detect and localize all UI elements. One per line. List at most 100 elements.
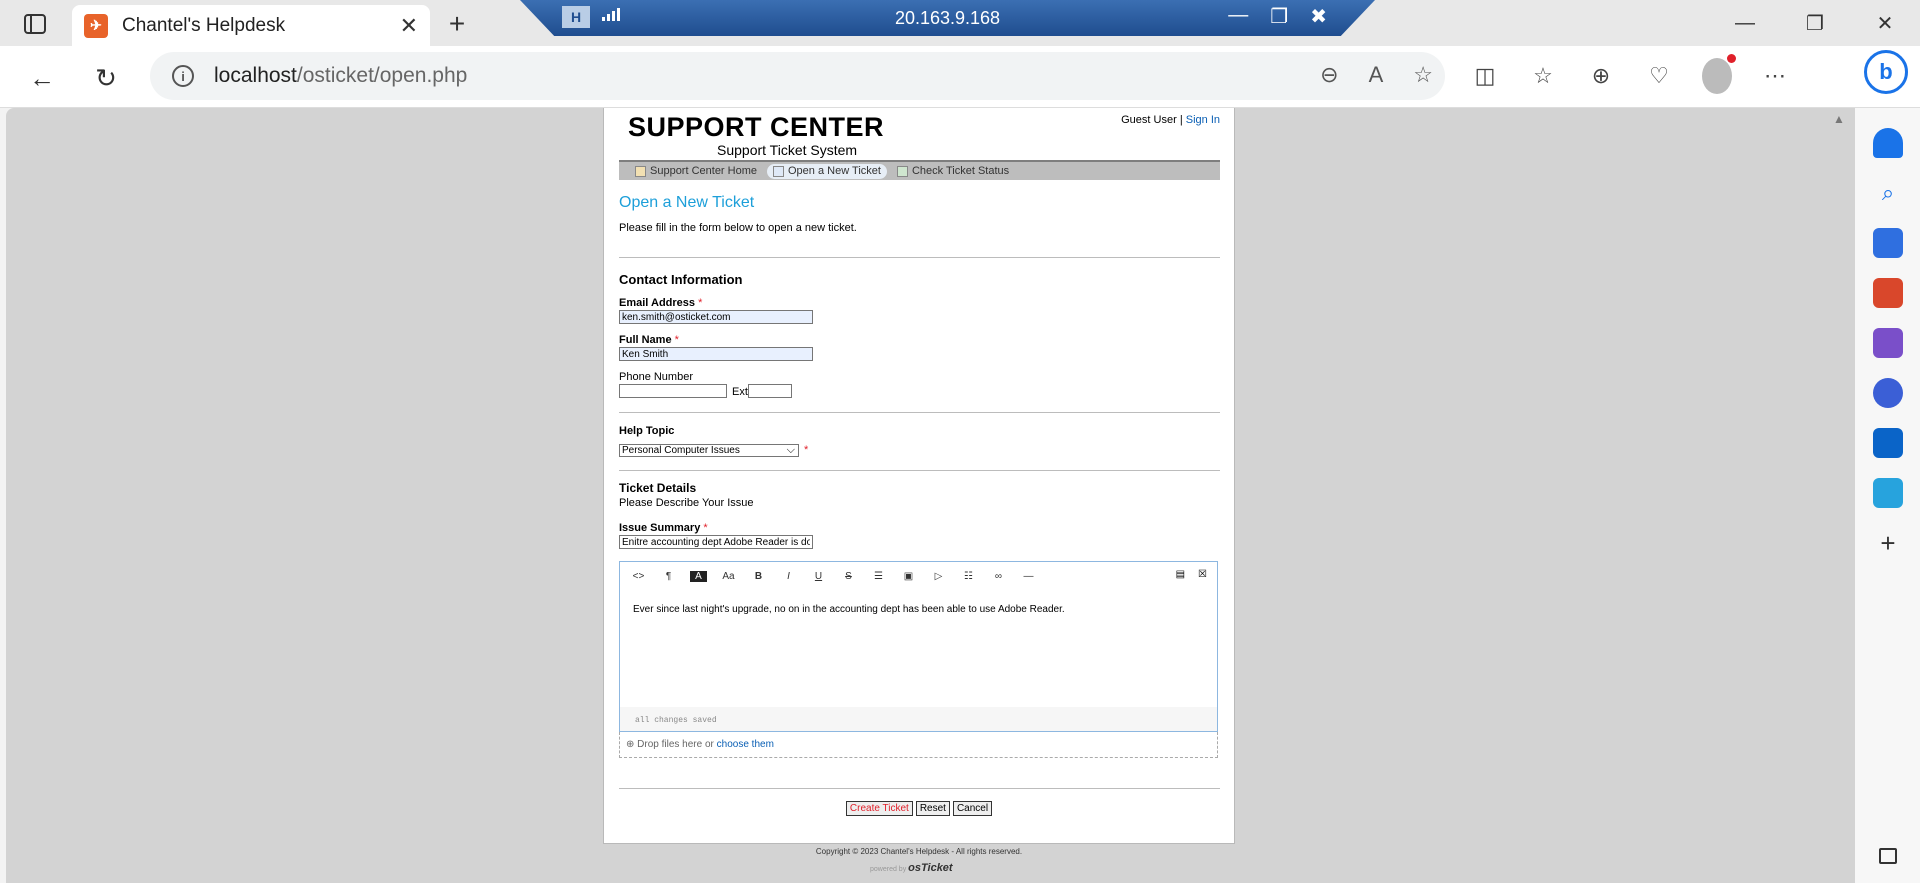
browser-tab[interactable]: ✈ Chantel's Helpdesk ✕ — [72, 5, 430, 46]
strikethrough-icon[interactable]: S — [840, 571, 857, 582]
browser-tab-bar: ✈ Chantel's Helpdesk ✕ + H 20.163.9.168 … — [0, 0, 1920, 46]
collections-icon[interactable]: ⊕ — [1586, 58, 1616, 94]
help-topic-label: Help Topic — [619, 425, 674, 437]
underline-icon[interactable]: U — [810, 571, 827, 582]
code-view-icon[interactable]: <> — [630, 571, 647, 582]
tab-title: Chantel's Helpdesk — [122, 14, 286, 36]
send-icon[interactable] — [1873, 478, 1903, 508]
info-icon[interactable]: i — [172, 65, 194, 87]
video-icon[interactable]: ▷ — [930, 571, 947, 582]
email-label: Email Address * — [619, 297, 702, 309]
divider — [619, 470, 1220, 471]
help-topic-value: Personal Computer Issues — [622, 445, 740, 456]
file-drop-zone[interactable]: ⊕ Drop files here or choose them — [619, 732, 1218, 758]
email-field[interactable] — [619, 310, 813, 324]
remote-session-bar: H 20.163.9.168 — ❐ ✖ — [520, 0, 1375, 36]
italic-icon[interactable]: I — [780, 571, 797, 582]
remote-close-icon[interactable]: ✖ — [1310, 4, 1327, 29]
close-tab-icon[interactable]: ✕ — [400, 13, 418, 39]
name-label-text: Full Name — [619, 334, 672, 346]
favorites-icon[interactable]: ☆ — [1528, 58, 1558, 94]
cancel-button[interactable]: Cancel — [952, 801, 993, 816]
tab-actions-icon[interactable] — [18, 11, 52, 37]
address-bar: ← ↻ i localhost/osticket/open.php ⊖ A ☆ … — [0, 46, 1920, 108]
contact-heading: Contact Information — [619, 272, 743, 287]
horizontal-rule-icon[interactable]: — — [1020, 571, 1037, 582]
minimize-icon[interactable]: — — [1710, 0, 1780, 46]
read-aloud-icon[interactable]: A — [1369, 62, 1384, 88]
issue-summary-field[interactable] — [619, 535, 813, 549]
url-host: localhost — [214, 64, 297, 87]
full-name-field[interactable] — [619, 347, 813, 361]
split-screen-icon[interactable]: ◫ — [1470, 58, 1500, 94]
scroll-up-icon[interactable]: ▲ — [1833, 112, 1845, 126]
kangaroo-favicon-icon: ✈ — [84, 13, 108, 38]
edge-sidebar: ⌕ + — [1855, 108, 1920, 883]
bold-icon[interactable]: B — [750, 571, 767, 582]
editor-textarea[interactable]: Ever since last night's upgrade, no on i… — [633, 604, 1065, 615]
save-status: all changes saved — [620, 707, 1217, 731]
microsoft-365-icon[interactable] — [1873, 378, 1903, 408]
home-icon — [635, 165, 646, 177]
back-icon[interactable]: ← — [24, 60, 60, 96]
search-icon[interactable]: ⌕ — [1873, 178, 1903, 208]
text-color-icon[interactable]: A — [690, 570, 707, 582]
email-label-text: Email Address — [619, 297, 696, 309]
required-mark: * — [804, 444, 809, 456]
link-icon[interactable]: ∞ — [990, 571, 1007, 582]
logo-subtitle: Support Ticket System — [717, 142, 858, 158]
close-window-icon[interactable]: ✕ — [1850, 0, 1920, 46]
url-path: /osticket/open.php — [296, 64, 468, 87]
url-field[interactable]: i localhost/osticket/open.php ⊖ A ☆ — [150, 52, 1445, 100]
more-menu-icon[interactable]: ⋯ — [1760, 58, 1790, 94]
new-tab-button[interactable]: + — [440, 7, 474, 41]
tools-briefcase-icon[interactable] — [1873, 278, 1903, 308]
logo-title: SUPPORT CENTER — [628, 112, 885, 142]
shopping-tag-icon[interactable] — [1873, 228, 1903, 258]
list-icon[interactable]: ☰ — [870, 571, 887, 582]
nav-check-ticket-status[interactable]: Check Ticket Status — [891, 164, 1015, 179]
image-icon[interactable]: ▣ — [900, 571, 917, 582]
editor-toolbar: <> ¶ A Aa B I U S ☰ ▣ ▷ ☷ ∞ — — [620, 562, 1217, 590]
powered-by[interactable]: powered by osTicket — [870, 862, 953, 874]
sidebar-toggle-icon[interactable] — [1879, 848, 1897, 864]
font-size-icon[interactable]: Aa — [720, 571, 737, 582]
games-icon[interactable] — [1873, 328, 1903, 358]
ext-field[interactable] — [748, 384, 792, 398]
create-ticket-button[interactable]: Create Ticket — [845, 801, 913, 816]
required-mark: * — [703, 522, 708, 534]
sign-in-link[interactable]: Sign In — [1186, 114, 1220, 126]
add-sidebar-icon[interactable]: + — [1873, 528, 1903, 558]
remote-minimize-icon[interactable]: — — [1228, 4, 1248, 29]
nav-support-center-home[interactable]: Support Center Home — [629, 164, 763, 179]
phone-field[interactable] — [619, 384, 727, 398]
bing-copilot-icon[interactable]: b — [1864, 50, 1908, 94]
browser-essentials-icon[interactable]: ♡ — [1644, 58, 1674, 94]
divider — [619, 412, 1220, 413]
phone-label: Phone Number — [619, 371, 693, 383]
restore-icon[interactable]: ❐ — [1780, 0, 1850, 46]
refresh-icon[interactable]: ↻ — [88, 60, 124, 96]
required-mark: * — [698, 297, 703, 309]
delete-draft-icon[interactable]: ☒ — [1198, 569, 1207, 580]
outlook-icon[interactable] — [1873, 428, 1903, 458]
table-icon[interactable]: ☷ — [960, 571, 977, 582]
profile-avatar-icon[interactable] — [1702, 54, 1736, 94]
choose-files-link[interactable]: choose them — [717, 739, 774, 750]
nav-open-new-ticket[interactable]: Open a New Ticket — [767, 163, 887, 179]
help-topic-label-text: Help Topic — [619, 425, 675, 437]
notification-bell-icon[interactable] — [1873, 128, 1903, 158]
ticket-details-heading: Ticket Details — [619, 481, 697, 495]
powered-by-text: powered by — [870, 866, 907, 873]
guest-user: Guest User — [1121, 114, 1177, 126]
favorite-star-icon[interactable]: ☆ — [1413, 62, 1433, 88]
save-draft-icon[interactable]: ▤ — [1176, 569, 1185, 580]
paragraph-icon[interactable]: ¶ — [660, 571, 677, 582]
status-icon — [896, 165, 908, 177]
reset-button[interactable]: Reset — [915, 801, 950, 816]
remote-restore-icon[interactable]: ❐ — [1270, 4, 1288, 29]
logo[interactable]: SUPPORT CENTER Support Ticket System — [628, 112, 884, 157]
intro-text: Please fill in the form below to open a … — [619, 222, 857, 234]
help-topic-select[interactable]: Personal Computer Issues ⌵ — [619, 444, 799, 457]
zoom-out-icon[interactable]: ⊖ — [1320, 62, 1338, 88]
